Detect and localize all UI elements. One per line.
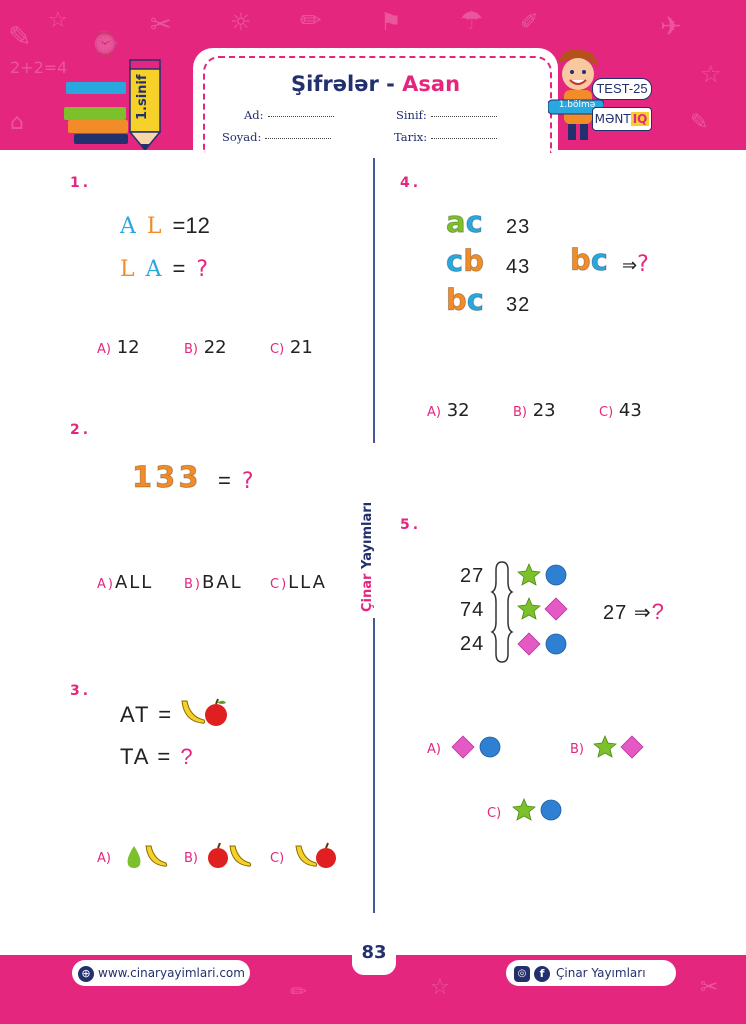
globe-icon: ⊕: [78, 965, 94, 982]
doodle-icon: ☆: [430, 975, 450, 1000]
divider-line-bottom: [373, 618, 375, 913]
q2-code-number: 133: [132, 460, 202, 495]
doodle-icon: ☼: [230, 8, 252, 36]
instagram-icon[interactable]: ◎: [514, 965, 530, 982]
star-diamond-icon: [517, 596, 568, 621]
q4-question-code: bc: [570, 243, 609, 278]
q2-option-c[interactable]: C)LLA: [270, 572, 327, 593]
doodle-icon: 2+2=4: [10, 58, 68, 77]
q3-option-c[interactable]: C): [270, 846, 284, 867]
q3-line-1: AT =: [120, 702, 174, 727]
q5-row-3-number: 24: [460, 633, 485, 655]
doodle-icon: ✎: [8, 20, 32, 53]
q2-equation: = ?: [218, 468, 256, 494]
website-link[interactable]: ⊕ www.cinaryayimlari.com: [72, 960, 250, 986]
doodle-icon: ☆: [48, 8, 68, 33]
doodle-icon: ✂: [150, 10, 172, 40]
q4-option-b[interactable]: B) 23: [513, 400, 556, 421]
doodle-icon: ✈: [660, 12, 682, 42]
q4-question-arrow: ⇒?: [622, 252, 649, 277]
pear-banana-icon: [127, 845, 168, 868]
diamond-circle-icon: [451, 735, 501, 759]
banana-apple-icon: [295, 842, 336, 868]
social-brand[interactable]: ◎ f Çinar Yayımları: [506, 960, 676, 986]
q4-row-1-value: 23: [506, 216, 531, 238]
grade-label: 1.sinif: [135, 74, 150, 120]
q5-option-a[interactable]: A): [427, 737, 441, 758]
star-circle-icon: [517, 562, 567, 586]
page-number: 83: [361, 942, 387, 963]
q2-option-a[interactable]: A)ALL: [97, 572, 153, 593]
q4-option-a[interactable]: A) 32: [427, 400, 470, 421]
q3-option-a[interactable]: A): [97, 846, 111, 867]
doodle-icon: ⚑: [380, 8, 402, 36]
q5-option-b[interactable]: B): [570, 737, 584, 758]
name-field[interactable]: Ad:: [244, 108, 334, 122]
banana-apple-icon: [181, 698, 227, 726]
question-number: 1.: [70, 175, 92, 191]
q3-option-b[interactable]: B): [184, 846, 198, 867]
doodle-icon: ⌂: [10, 110, 24, 135]
question-number: 5.: [400, 517, 422, 533]
q1-option-a[interactable]: A) 12: [97, 337, 140, 358]
question-number: 3.: [70, 683, 92, 699]
subject-badge: MƏNT IQ: [592, 107, 652, 131]
q3-line-2: TA = ?: [120, 744, 195, 769]
doodle-icon: ✏: [290, 979, 307, 1003]
divider-line-top: [373, 158, 375, 443]
q4-row-3-code: bc: [446, 283, 485, 318]
date-field[interactable]: Tarix:: [394, 130, 498, 144]
q5-row-2-number: 74: [460, 599, 485, 621]
brace-icon: [490, 561, 514, 663]
q1-code-line-2: L A = ?: [120, 256, 211, 282]
q5-row-1-number: 27: [460, 565, 485, 587]
q4-row-3-value: 32: [506, 294, 531, 316]
doodle-icon: ☆: [700, 60, 722, 88]
star-circle-icon: [512, 797, 562, 821]
q2-option-b[interactable]: B)BAL: [184, 572, 243, 593]
q1-option-b[interactable]: B) 22: [184, 337, 227, 358]
test-badge: TEST-25: [592, 78, 652, 100]
doodle-icon: ✂: [700, 975, 719, 1000]
books-logo-icon: [64, 59, 162, 150]
apple-banana-icon: [208, 842, 252, 868]
doodle-icon: ✎: [690, 110, 709, 135]
question-number: 2.: [70, 422, 92, 438]
page-title: Şifrələr - Asan: [290, 72, 461, 96]
q5-option-c[interactable]: C): [487, 801, 501, 822]
publisher-vertical-label: Çinar Yayımları: [360, 501, 375, 612]
q4-row-2-value: 43: [506, 256, 531, 278]
q1-option-c[interactable]: C) 21: [270, 337, 313, 358]
star-diamond-icon: [593, 734, 644, 759]
question-number: 4.: [400, 175, 422, 191]
q4-row-1-code: ac: [446, 205, 484, 240]
q4-option-c[interactable]: C) 43: [599, 400, 642, 421]
facebook-icon[interactable]: f: [534, 965, 550, 982]
class-field[interactable]: Sinif:: [396, 108, 497, 122]
doodle-icon: ✏: [300, 6, 322, 36]
q1-code-line-1: A L =12: [120, 213, 210, 239]
q4-row-2-code: cb: [445, 244, 484, 279]
q5-question: 27 ⇒?: [603, 599, 665, 624]
doodle-icon: ✐: [520, 10, 539, 35]
surname-field[interactable]: Soyad:: [222, 130, 332, 144]
diamond-circle-icon: [517, 632, 567, 656]
doodle-icon: ☂: [460, 6, 484, 36]
